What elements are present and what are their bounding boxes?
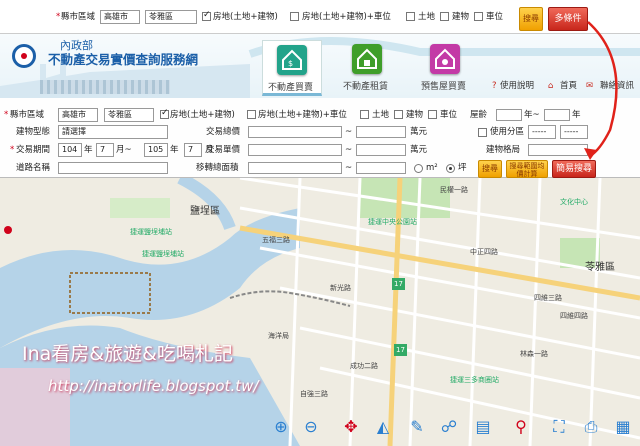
draw-icon[interactable]: ✎ [406, 416, 428, 438]
pin-icon[interactable]: ⚲ [510, 416, 532, 438]
print-icon[interactable]: ⎙ [580, 416, 602, 438]
annotation-arrow [584, 21, 618, 160]
locate-icon[interactable]: ☍ [438, 416, 460, 438]
measure-area-icon[interactable]: ◭ [372, 416, 394, 438]
full-extent-icon[interactable]: ⛶ [548, 416, 570, 438]
zoom-in-icon[interactable]: ⊕ [270, 416, 292, 438]
layers-icon[interactable]: ▦ [612, 416, 634, 438]
pan-icon[interactable]: ✥ [340, 416, 362, 438]
zoom-out-icon[interactable]: ⊖ [300, 416, 322, 438]
ruler-icon[interactable]: ▤ [472, 416, 494, 438]
